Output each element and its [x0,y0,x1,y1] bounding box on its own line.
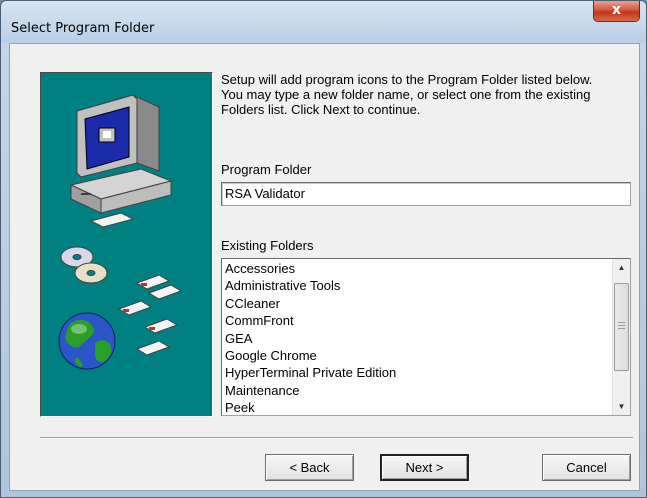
close-icon: x [611,2,622,18]
scrollbar-thumb[interactable] [614,283,629,371]
list-item[interactable]: HyperTerminal Private Edition [225,364,608,381]
vertical-scrollbar[interactable]: ▲ ▼ [612,259,630,415]
setup-illustration [40,72,213,417]
existing-folders-label: Existing Folders [221,238,314,253]
list-item[interactable]: GEA [225,330,608,347]
scroll-up-arrow-icon[interactable]: ▲ [613,259,630,276]
program-folder-label: Program Folder [221,162,312,177]
instructions-text: Setup will add program icons to the Prog… [221,72,593,117]
close-button[interactable]: x [593,1,640,22]
title-bar[interactable]: Select Program Folder x [1,1,646,43]
list-item[interactable]: CommFront [225,312,608,329]
computer-cds-globe-icon [58,94,183,370]
setup-dialog-window: Select Program Folder x Setup will add p… [0,0,647,498]
list-item[interactable]: Accessories [225,260,608,277]
next-button[interactable]: Next > [380,454,469,481]
list-item[interactable]: Administrative Tools [225,277,608,294]
grip-icon [618,322,625,329]
dialog-client-area: Setup will add program icons to the Prog… [9,43,640,491]
scroll-down-arrow-icon[interactable]: ▼ [613,398,630,415]
window-title: Select Program Folder [11,21,155,36]
button-separator [40,437,633,439]
program-folder-input[interactable]: RSA Validator [221,182,631,206]
cancel-button[interactable]: Cancel [542,454,631,481]
existing-folders-listbox[interactable]: Accessories Administrative Tools CCleane… [221,258,631,416]
list-item[interactable]: Google Chrome [225,347,608,364]
folder-list: Accessories Administrative Tools CCleane… [225,260,608,415]
list-item[interactable]: Maintenance [225,382,608,399]
list-item[interactable]: CCleaner [225,295,608,312]
back-button[interactable]: < Back [265,454,354,481]
list-item[interactable]: Peek [225,399,608,415]
